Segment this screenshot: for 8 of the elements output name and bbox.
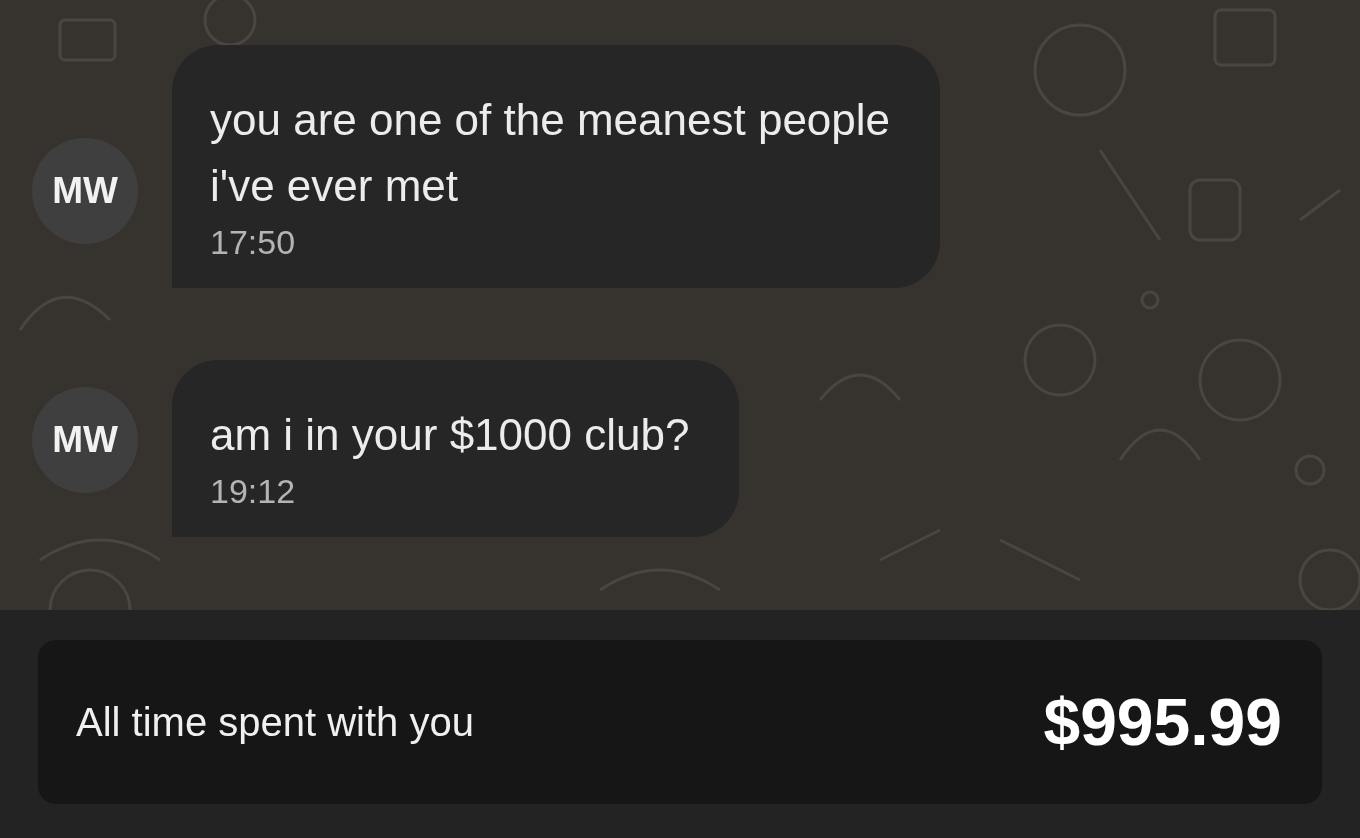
message-text: you are one of the meanest people i've ever met — [210, 94, 891, 212]
amount-total: $995.99 — [1043, 684, 1282, 760]
summary-label: All time spent with you — [76, 699, 474, 745]
avatar: MW — [32, 138, 138, 244]
message-text: am i in your $1000 club? — [210, 409, 690, 461]
message-time: 17:50 — [210, 223, 297, 262]
avatar: MW — [32, 387, 138, 493]
message-time: 19:12 — [210, 472, 297, 511]
